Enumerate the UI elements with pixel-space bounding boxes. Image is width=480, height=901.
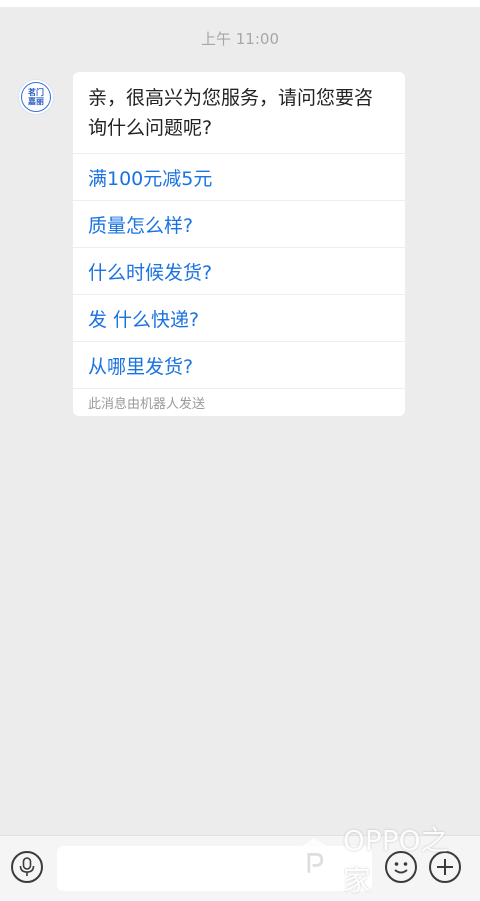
- oppo-watermark: OPPO之家: [296, 824, 466, 897]
- quick-option-ship-from[interactable]: 从哪里发货?: [73, 342, 405, 389]
- message-timestamp: 上午 11:00: [201, 30, 279, 48]
- top-edge: [0, 0, 480, 7]
- avatar-text-line2: 嘉丽: [28, 97, 44, 106]
- quick-option-courier[interactable]: 发 什么快递?: [73, 295, 405, 342]
- voice-button[interactable]: [11, 851, 43, 883]
- bot-sent-note: 此消息由机器人发送: [88, 397, 206, 412]
- quick-option-ship-time[interactable]: 什么时候发货?: [73, 248, 405, 295]
- shop-logo-icon: 茗门 嘉丽: [21, 82, 51, 112]
- oppo-home-logo-icon: [297, 837, 331, 881]
- bot-message-bubble: 亲，很高兴为您服务，请问您要咨询什么问题呢? 满100元减5元 质量怎么样? 什…: [73, 72, 405, 416]
- microphone-icon: [19, 857, 35, 876]
- bot-avatar[interactable]: 茗门 嘉丽: [18, 79, 54, 115]
- quick-option-discount[interactable]: 满100元减5元: [73, 154, 405, 201]
- watermark-text: OPPO之家: [342, 824, 449, 897]
- greeting-text: 亲，很高兴为您服务，请问您要咨询什么问题呢?: [73, 72, 405, 154]
- quick-option-quality[interactable]: 质量怎么样?: [73, 201, 405, 248]
- avatar-text-line1: 茗门: [28, 88, 44, 97]
